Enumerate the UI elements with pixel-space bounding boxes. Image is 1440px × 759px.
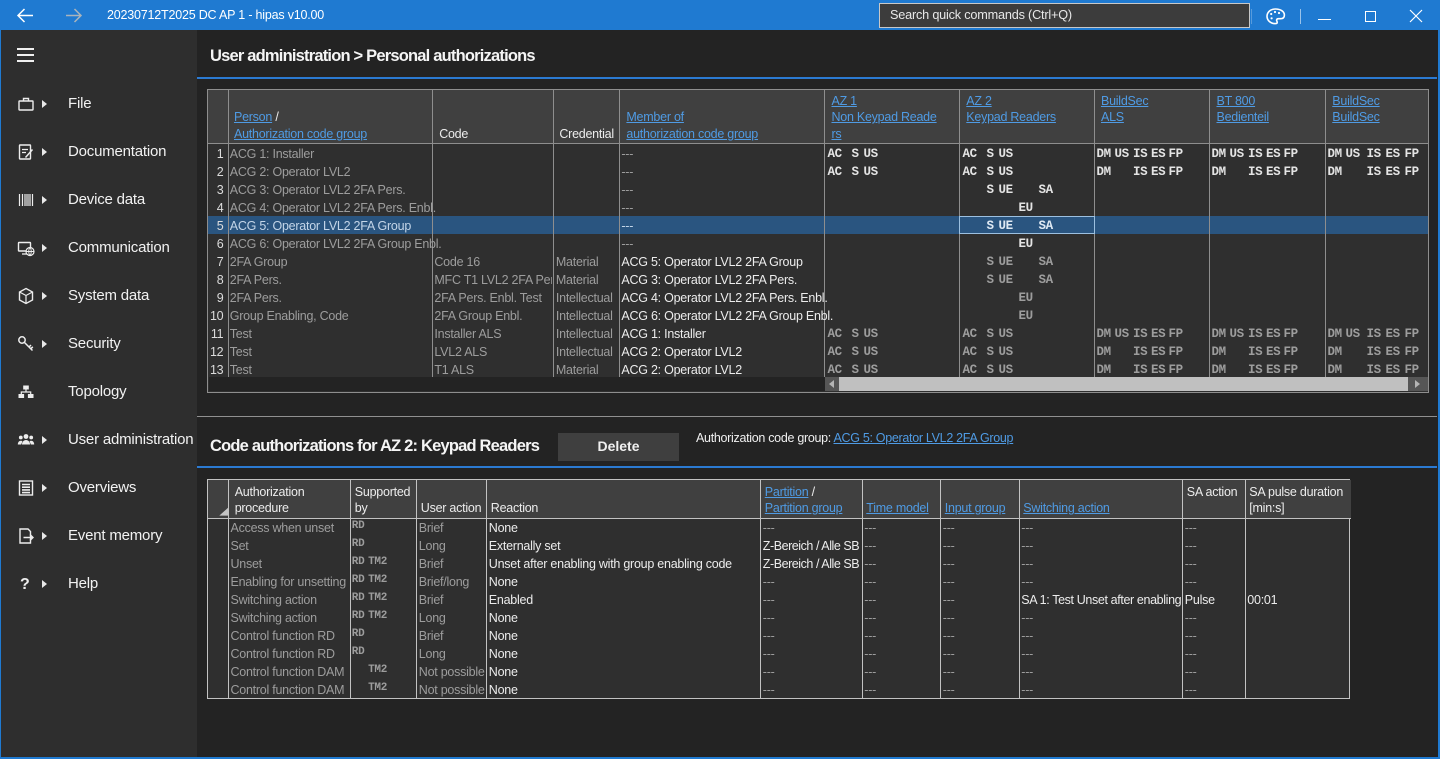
svg-text:?: ? — [20, 576, 30, 593]
